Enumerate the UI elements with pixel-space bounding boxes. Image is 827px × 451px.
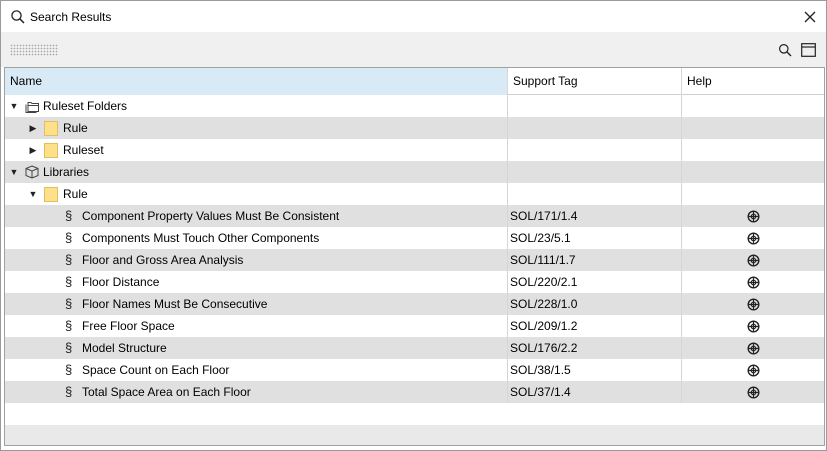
rule-row[interactable]: § Space Count on Each Floor SOL/38/1.5 bbox=[5, 359, 824, 381]
toolbar bbox=[1, 32, 826, 67]
section-sign-icon: § bbox=[65, 384, 73, 399]
ruleset-folders-icon bbox=[24, 98, 40, 114]
expand-arrow-collapsed[interactable]: ▶ bbox=[27, 117, 39, 139]
library-box-icon bbox=[24, 164, 40, 180]
rule-name: Space Count on Each Floor bbox=[82, 363, 230, 377]
column-header-name[interactable]: Name bbox=[5, 68, 508, 95]
lifebuoy-icon[interactable] bbox=[747, 363, 760, 377]
rule-name: Model Structure bbox=[82, 341, 167, 355]
section-sign-icon: § bbox=[65, 362, 73, 377]
section-sign-icon: § bbox=[65, 340, 73, 355]
folder-icon bbox=[43, 142, 59, 158]
lifebuoy-icon[interactable] bbox=[747, 297, 760, 311]
toolbar-panel-button[interactable] bbox=[799, 41, 817, 59]
tree-label: Ruleset Folders bbox=[43, 99, 128, 113]
folder-icon bbox=[43, 186, 59, 202]
expand-arrow-collapsed[interactable]: ▶ bbox=[27, 139, 39, 161]
tree-row-ruleset-folders[interactable]: ▼ Ruleset Folders bbox=[5, 95, 824, 117]
rule-row[interactable]: § Floor and Gross Area Analysis SOL/111/1… bbox=[5, 249, 824, 271]
tree-row-libraries-rule[interactable]: ▼ Rule bbox=[5, 183, 824, 205]
lifebuoy-icon[interactable] bbox=[747, 275, 760, 289]
grid-header: Name Support Tag Help bbox=[5, 68, 824, 95]
rule-row[interactable]: § Components Must Touch Other Components … bbox=[5, 227, 824, 249]
tree-label: Libraries bbox=[43, 165, 90, 179]
section-sign-icon: § bbox=[65, 318, 73, 333]
rule-name: Total Space Area on Each Floor bbox=[82, 385, 251, 399]
rule-support-tag: SOL/228/1.0 bbox=[508, 293, 682, 315]
rule-name: Component Property Values Must Be Consis… bbox=[82, 209, 340, 223]
rule-row[interactable]: § Floor Distance SOL/220/2.1 bbox=[5, 271, 824, 293]
grid-footer-strip bbox=[5, 425, 824, 445]
title-bar: Search Results bbox=[1, 1, 826, 32]
rule-support-tag: SOL/111/1.7 bbox=[508, 249, 682, 271]
tree-label: Rule bbox=[63, 187, 88, 201]
window-title: Search Results bbox=[30, 10, 112, 24]
rule-row[interactable]: § Floor Names Must Be Consecutive SOL/228… bbox=[5, 293, 824, 315]
rule-support-tag: SOL/220/2.1 bbox=[508, 271, 682, 293]
rule-support-tag: SOL/171/1.4 bbox=[508, 205, 682, 227]
rule-support-tag: SOL/37/1.4 bbox=[508, 381, 682, 403]
tree-row-ruleset-folders-ruleset[interactable]: ▶ Ruleset bbox=[5, 139, 824, 161]
section-sign-icon: § bbox=[65, 230, 73, 245]
tree-label: Ruleset bbox=[63, 143, 104, 157]
section-sign-icon: § bbox=[65, 296, 73, 311]
rule-name: Components Must Touch Other Components bbox=[82, 231, 320, 245]
close-icon bbox=[804, 11, 816, 23]
toolbar-grip-handle[interactable] bbox=[10, 44, 58, 56]
rule-name: Floor Names Must Be Consecutive bbox=[82, 297, 268, 311]
rule-row[interactable]: § Component Property Values Must Be Consi… bbox=[5, 205, 824, 227]
folder-icon bbox=[43, 120, 59, 136]
lifebuoy-icon[interactable] bbox=[747, 231, 760, 245]
section-sign-icon: § bbox=[65, 208, 73, 223]
toolbar-search-button[interactable] bbox=[776, 41, 794, 59]
rule-support-tag: SOL/23/5.1 bbox=[508, 227, 682, 249]
rule-row[interactable]: § Free Floor Space SOL/209/1.2 bbox=[5, 315, 824, 337]
rule-support-tag: SOL/38/1.5 bbox=[508, 359, 682, 381]
tree-row-libraries[interactable]: ▼ Libraries bbox=[5, 161, 824, 183]
column-header-help[interactable]: Help bbox=[682, 68, 824, 95]
results-grid: Name Support Tag Help ▼ Ruleset Folders … bbox=[4, 67, 825, 446]
search-icon bbox=[779, 44, 792, 57]
rule-row[interactable]: § Model Structure SOL/176/2.2 bbox=[5, 337, 824, 359]
panel-layout-icon bbox=[800, 43, 816, 57]
expand-arrow-expanded[interactable]: ▼ bbox=[27, 183, 39, 205]
search-icon bbox=[10, 9, 26, 25]
column-header-support-tag[interactable]: Support Tag bbox=[508, 68, 682, 95]
search-results-window: Search Results Name Support Tag Help ▼ R… bbox=[0, 0, 827, 451]
rule-support-tag: SOL/176/2.2 bbox=[508, 337, 682, 359]
rule-name: Free Floor Space bbox=[82, 319, 175, 333]
grid-rows: ▼ Ruleset Folders ▶ Rule ▶ Ruleset ▼ Lib… bbox=[5, 95, 824, 403]
rule-name: Floor Distance bbox=[82, 275, 160, 289]
tree-row-ruleset-folders-rule[interactable]: ▶ Rule bbox=[5, 117, 824, 139]
rule-row[interactable]: § Total Space Area on Each Floor SOL/37/1… bbox=[5, 381, 824, 403]
lifebuoy-icon[interactable] bbox=[747, 209, 760, 223]
lifebuoy-icon[interactable] bbox=[747, 385, 760, 399]
lifebuoy-icon[interactable] bbox=[747, 319, 760, 333]
expand-arrow-expanded[interactable]: ▼ bbox=[8, 95, 20, 117]
rule-support-tag: SOL/209/1.2 bbox=[508, 315, 682, 337]
tree-label: Rule bbox=[63, 121, 88, 135]
rule-name: Floor and Gross Area Analysis bbox=[82, 253, 244, 267]
expand-arrow-expanded[interactable]: ▼ bbox=[8, 161, 20, 183]
section-sign-icon: § bbox=[65, 274, 73, 289]
lifebuoy-icon[interactable] bbox=[747, 253, 760, 267]
close-button[interactable] bbox=[800, 7, 820, 27]
section-sign-icon: § bbox=[65, 252, 73, 267]
lifebuoy-icon[interactable] bbox=[747, 341, 760, 355]
